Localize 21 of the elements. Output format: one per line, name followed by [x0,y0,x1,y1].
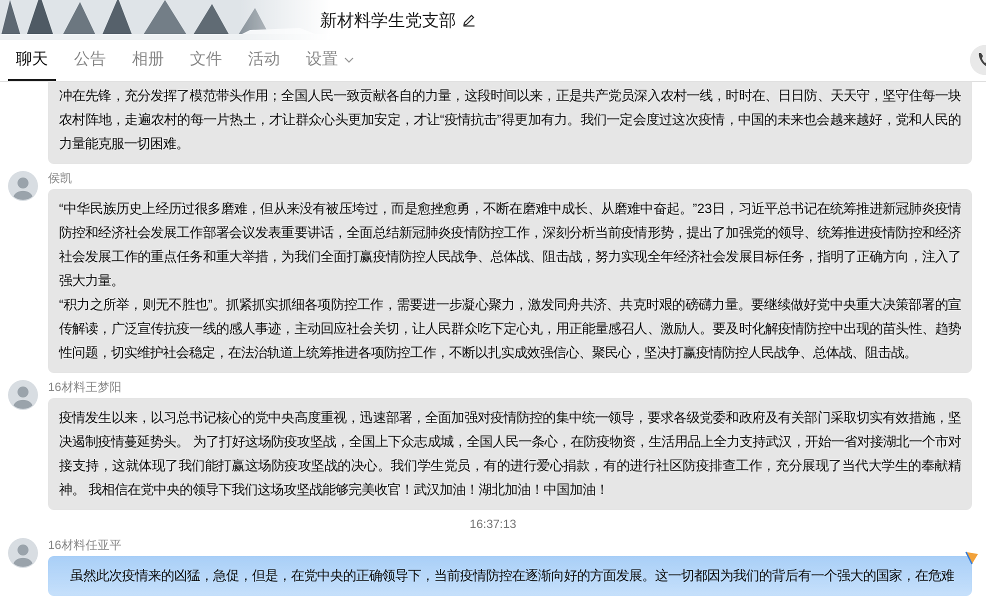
timestamp: 16:37:13 [470,517,516,531]
edit-icon[interactable] [462,13,476,27]
tab[interactable]: 文件 [182,40,230,81]
kite-icon [964,550,980,566]
tab[interactable]: 聊天 [8,40,56,81]
message-text: 疫情发生以来，以习总书记核心的党中央高度重视，迅速部署，全面加强对疫情防控的集中统一领导，要求各级党委和政府及有关部门采取切实有效措施，坚决遏制疫情蔓延势头。 为了打好这场防疫攻坚战，全国上下众志成城，全国人民一条心，在防疫物资，生活用品上全力支持武汉，开始一省对接湖北一个市对接支持，这就体现了我们能打赢这场防疫攻坚战的决心。我们学生党员，有的进行爱心捐款，有的进行社区防疫排查工作，充分展现了当代大学生的奉献精神。 我相信在党中央的领导下我们这场攻坚战能够完美收官！武汉加油！湖北加油！中国加油！ [59,409,961,499]
tab[interactable]: 设置 [298,40,362,81]
message-text: “中华民族历史上经历过很多磨难，但从来没有被压垮过，而是愈挫愈勇，不断在磨难中成长、从磨难中奋起。”23日，习近平总书记在统筹推进新冠肺炎疫情防控和经济社会发展工作部署会议发表重要讲话，全面总结新冠肺炎疫情防控工作，深刻分析当前疫情形势，提出了加强党的领导、统筹推进疫情防控和经济社会发展工作的重点任务和重大举措，为我们全面打赢疫情防控人民战争、总体战、阻击战，努力实现全年经济社会发展目标任务，指明了正确方向，注入了强大力量。 [59,200,961,290]
tab[interactable]: 公告 [66,40,114,81]
sender-name: 16材料王梦阳 [48,380,122,395]
message-text: 冲在先锋，充分发挥了模范带头作用；全国人民一致贡献各自的力量，这段时间以来，正是共产党员深入农村一线，时时在、日日防、天天守，坚守住每一块农村阵地，走遍农村的每一片热土，才让群众心头更加安定，才让“疫情抗击”得更加有力。我们一定会度过这次疫情，中国的未来也会越来越好，党和人民的力量能克服一切困难。 [59,87,961,153]
group-title: 新材料学生党支部 [320,10,456,32]
message-text: 虽然此次疫情来的凶猛，急促，但是，在党中央的正确领导下，当前疫情防控在逐渐向好的方面发展。这一切都因为我们的背后有一个强大的国家，在危难 [70,567,955,585]
avatar[interactable] [8,171,38,201]
tab[interactable]: 活动 [240,40,288,81]
avatar[interactable] [8,380,38,410]
message-text: “积力之所举，则无不胜也”。抓紧抓实抓细各项防控工作，需要进一步凝心聚力，激发同舟共济、共克时艰的磅礴力量。要继续做好党中央重大决策部署的宣传解读，广泛宣传抗疫一线的感人事迹，主动回应社会关切，让人民群众吃下定心丸，用正能量感召人、激励人。要及时化解疫情防控中出现的苗头性、趋势性问题，切实维护社会稳定，在法治轨道上统筹推进各项防控工作，不断以扎实成效强信心、聚民心，坚决打赢疫情防控人民战争、总体战、阻击战。 [59,296,961,362]
sender-name: 侯凯 [48,171,72,186]
tab[interactable]: 相册 [124,40,172,81]
avatar[interactable] [8,538,38,568]
sender-name: 16材料任亚平 [48,538,122,553]
